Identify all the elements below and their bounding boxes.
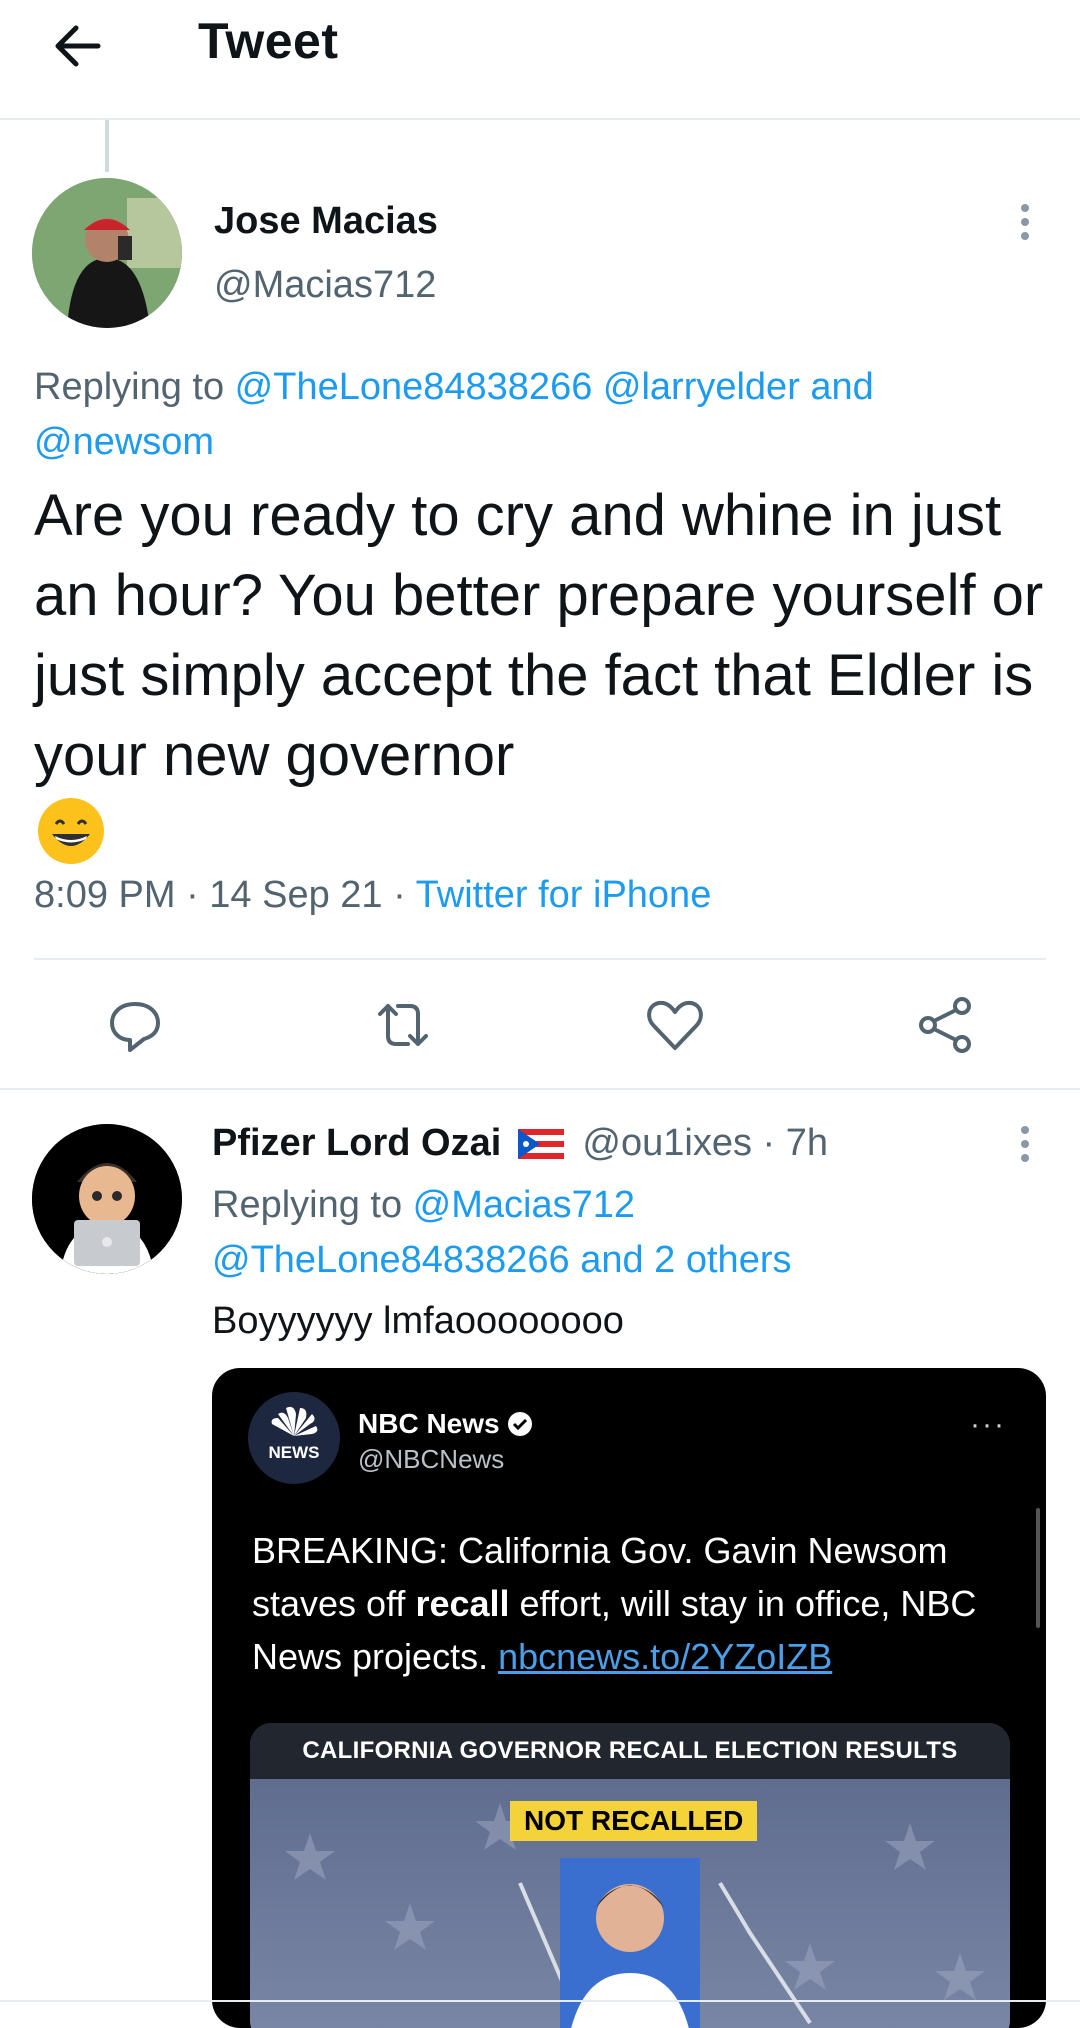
nbc-logo-text: NEWS [269, 1443, 320, 1462]
replying-to-links[interactable]: @TheLone84838266 @larryelder and [235, 366, 874, 408]
card-text: BREAKING: California Gov. Gavin Newsom s… [252, 1524, 1012, 1683]
not-recalled-badge: NOT RECALLED [510, 1801, 758, 1841]
tweet-meta: 8:09 PM · 14 Sep 21 · Twitter for iPhone [34, 874, 711, 917]
card-author-name-text: NBC News [358, 1408, 500, 1439]
share-icon[interactable] [910, 990, 980, 1060]
nbc-logo: NEWS [248, 1392, 340, 1484]
tweet-timestamp: 8:09 PM · 14 Sep 21 · [34, 874, 416, 916]
replying-to-links[interactable]: @TheLone84838266 and 2 others [212, 1239, 791, 1281]
embedded-tweet-card[interactable]: NEWS NBC News @NBCNews ··· BREAKING: Cal… [212, 1368, 1046, 2028]
flag-icon [517, 1126, 564, 1159]
back-arrow-icon[interactable] [46, 14, 110, 78]
retweet-icon[interactable] [368, 990, 438, 1060]
page-title: Tweet [198, 13, 339, 69]
card-link[interactable]: nbcnews.to/2YZoIZB [498, 1636, 832, 1677]
verified-icon [507, 1411, 533, 1437]
more-vertical-icon[interactable] [1010, 1122, 1040, 1166]
card-author-name: NBC News [358, 1408, 533, 1440]
tweet-text: Are you ready to cry and whine in just a… [34, 476, 1044, 796]
more-vertical-icon[interactable] [1010, 200, 1040, 244]
replying-to-label: Replying to [34, 366, 235, 408]
divider [0, 1088, 1080, 1090]
bottom-divider [0, 2000, 1080, 2002]
author-name[interactable]: Jose Macias [214, 200, 438, 243]
reply-tweet-text: Boyyyyyy lmfaoooooooo [212, 1300, 624, 1342]
reply-author-name-text: Pfizer Lord Ozai [212, 1122, 502, 1164]
top-bar: Tweet [0, 0, 1080, 120]
replying-to: Replying to @TheLone84838266 @larryelder… [34, 360, 994, 470]
thread-connector-line [105, 120, 109, 172]
avatar[interactable] [32, 1124, 182, 1274]
replying-to-link-newsom[interactable]: @newsom [34, 421, 214, 463]
author-handle[interactable]: @Macias712 [214, 264, 436, 307]
card-author-handle: @NBCNews [358, 1444, 505, 1474]
replying-to-label: Replying to [212, 1184, 413, 1226]
avatar[interactable] [32, 178, 182, 328]
reply-replying-to: Replying to @Macias712 @TheLone84838266 … [212, 1178, 1032, 1288]
election-results-image[interactable]: CALIFORNIA GOVERNOR RECALL ELECTION RESU… [250, 1723, 1010, 2028]
reply-author-handle[interactable]: @ou1ixes · 7h [582, 1122, 828, 1164]
reply-author-name[interactable]: Pfizer Lord Ozai @ou1ixes · 7h [212, 1122, 828, 1165]
tweet-source-link[interactable]: Twitter for iPhone [416, 874, 712, 916]
like-icon[interactable] [640, 990, 710, 1060]
replying-to-link[interactable]: @Macias712 [413, 1184, 635, 1226]
card-more-icon[interactable]: ··· [970, 1408, 1006, 1442]
card-scrollbar[interactable] [1036, 1508, 1040, 1628]
divider [34, 958, 1046, 960]
grin-emoji-icon [36, 796, 106, 866]
card-text-bold: recall [415, 1583, 510, 1624]
tweet-text-content: Are you ready to cry and whine in just a… [34, 483, 1044, 788]
results-header: CALIFORNIA GOVERNOR RECALL ELECTION RESU… [250, 1723, 1010, 1779]
reply-icon[interactable] [100, 990, 170, 1060]
